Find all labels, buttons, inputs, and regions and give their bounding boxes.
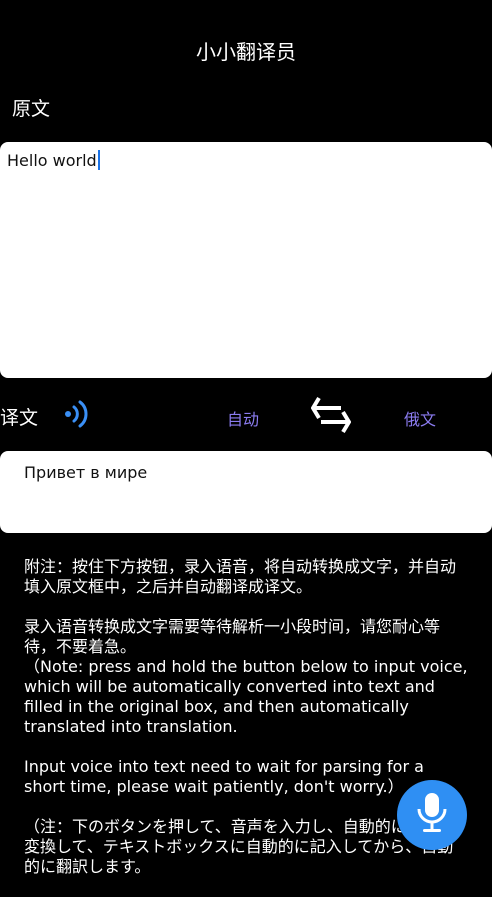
app-title: 小小翻译员 [196, 40, 296, 64]
speaker-sound-icon[interactable] [62, 398, 92, 430]
swap-arrows-icon[interactable] [310, 396, 352, 434]
voice-input-button[interactable] [397, 780, 467, 850]
note-paragraph-2: 录入语音转换成文字需要等待解析一小段时间，请您耐心等待，不要着急。 （Note:… [24, 617, 468, 736]
text-caret [97, 150, 100, 170]
note-paragraph-3: Input voice into text need to wait for p… [24, 757, 430, 796]
translation-label: 译文 [0, 407, 39, 429]
source-input-box[interactable] [0, 142, 492, 378]
target-language-selector[interactable]: 俄文 [404, 406, 436, 430]
translation-output-text: Привет в мире [24, 463, 148, 482]
microphone-icon [414, 791, 450, 839]
note-paragraph-1: 附注：按住下方按钮，录入语音，将自动转换成文字，并自动填入原文框中，之后并自动翻… [24, 557, 457, 596]
source-input-text[interactable]: Hello world [7, 150, 100, 170]
source-language-selector[interactable]: 自动 [227, 406, 259, 430]
source-label: 原文 [12, 98, 51, 120]
usage-note: 附注：按住下方按钮，录入语音，将自动转换成文字，并自动填入原文框中，之后并自动翻… [24, 557, 469, 897]
